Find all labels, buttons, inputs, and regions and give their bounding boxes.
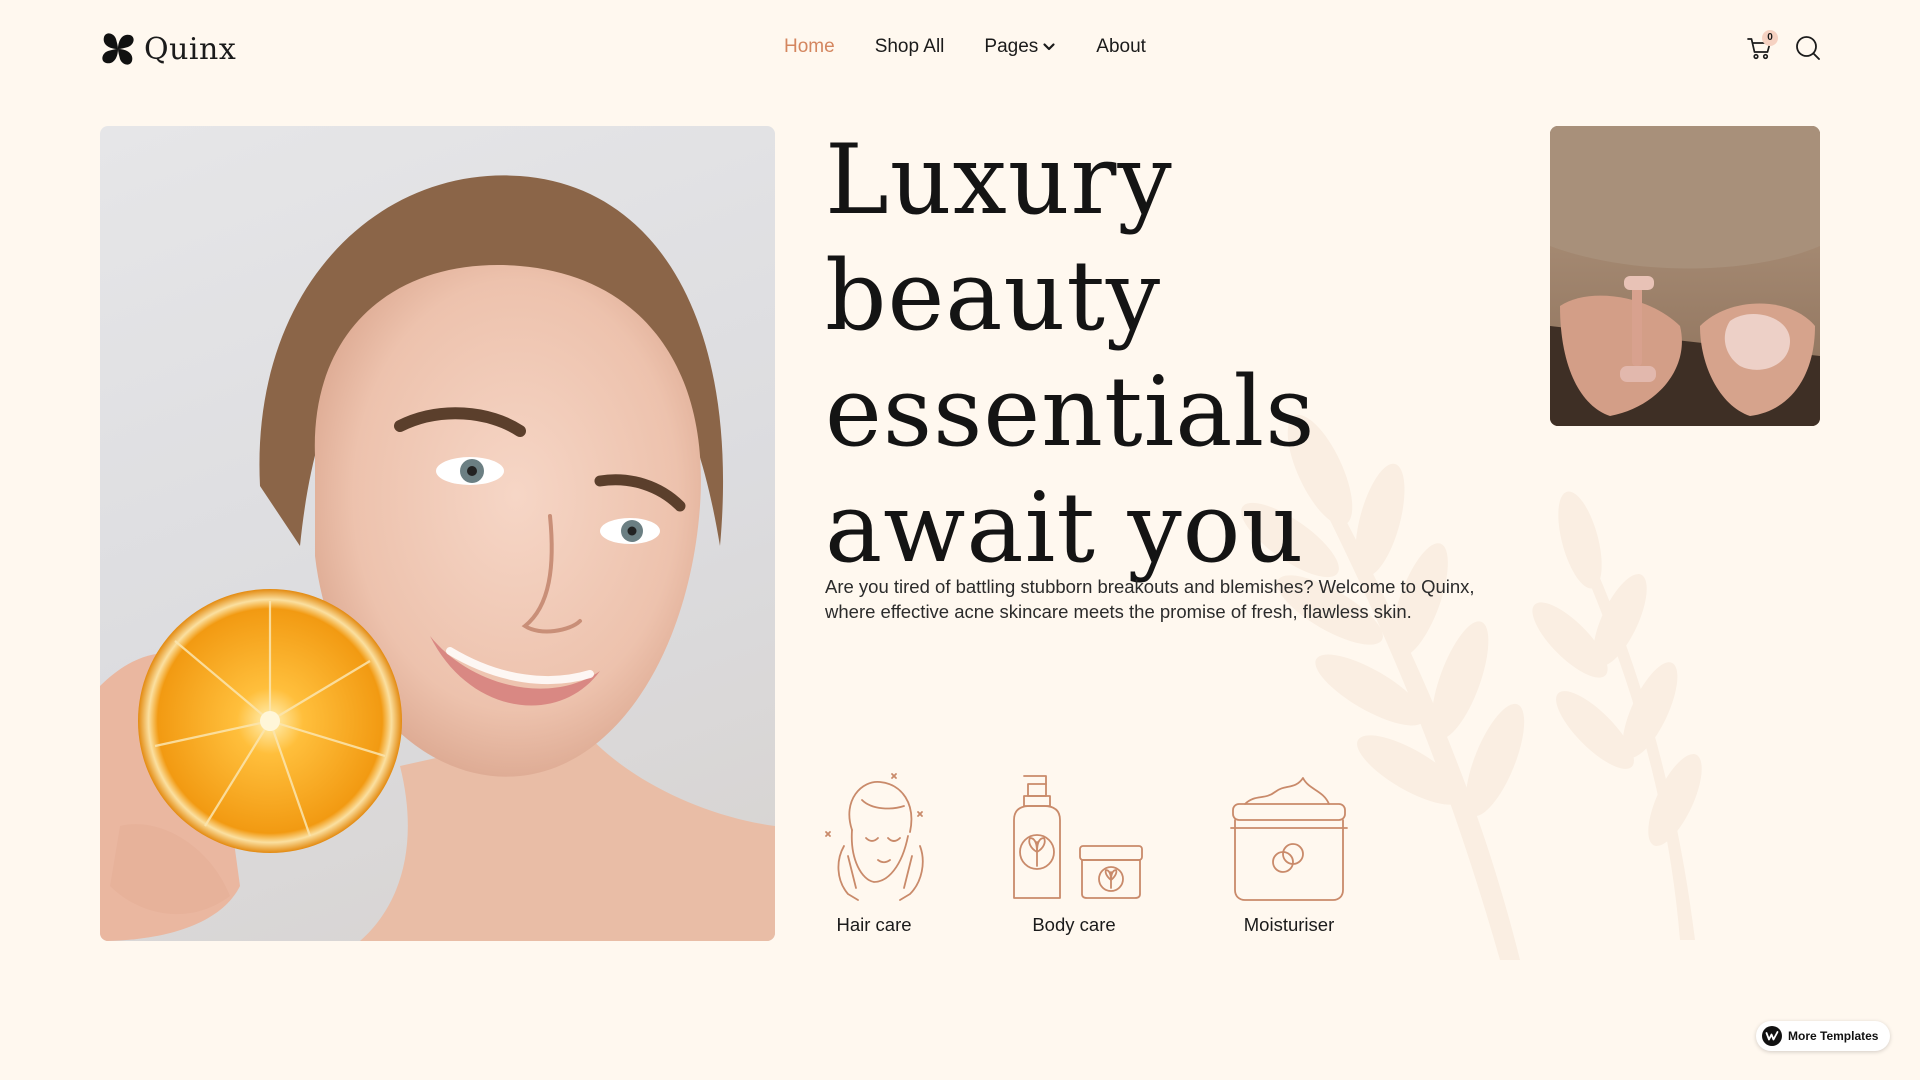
site-header: Quinx Home Shop All Pages About 0 (0, 0, 1920, 96)
nav-pages[interactable]: Pages (984, 36, 1056, 58)
category-moisturiser[interactable]: Moisturiser (1225, 770, 1353, 936)
webflow-logo-icon (1762, 1026, 1782, 1046)
category-hair-care[interactable]: Hair care (822, 770, 926, 936)
hair-care-icon (825, 773, 924, 901)
category-label: Body care (1032, 914, 1116, 935)
nav-pages-label: Pages (984, 36, 1039, 57)
moisturiser-icon (1230, 777, 1348, 901)
brand-logo[interactable]: Quinx (100, 30, 236, 68)
nav-home[interactable]: Home (784, 36, 835, 58)
more-templates-button[interactable]: More Templates (1756, 1021, 1891, 1051)
cart-count-badge: 0 (1762, 30, 1778, 46)
jade-roller-image (1550, 126, 1820, 426)
nav-shop-all[interactable]: Shop All (875, 36, 945, 58)
body-care-icon (1013, 775, 1143, 899)
search-button[interactable] (1794, 34, 1822, 62)
category-label: Moisturiser (1243, 914, 1335, 935)
cart-button[interactable]: 0 (1746, 30, 1778, 62)
hero-lead-text: Are you tired of battling stubborn break… (825, 576, 1475, 622)
hero-headline: Luxury beauty essentials await you (825, 124, 1316, 584)
category-body-care[interactable]: Body care (1000, 770, 1148, 936)
brand-name: Quinx (144, 31, 237, 67)
nav-about[interactable]: About (1096, 36, 1146, 58)
category-label: Hair care (836, 914, 912, 935)
logo-mark-icon (102, 33, 134, 65)
main-nav: Home Shop All Pages About (784, 36, 1146, 58)
hero-model-image (100, 126, 775, 941)
search-icon (1796, 36, 1820, 60)
chevron-down-icon (1043, 43, 1055, 51)
more-templates-label: More Templates (1788, 1029, 1879, 1043)
